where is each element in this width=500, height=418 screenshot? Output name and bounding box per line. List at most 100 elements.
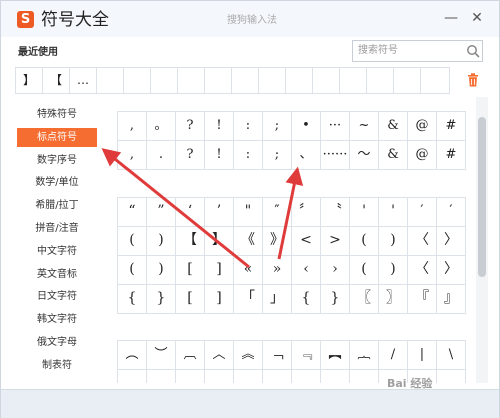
recent-symbol-cell[interactable] xyxy=(367,68,394,93)
close-button[interactable]: ✕ xyxy=(469,10,485,26)
symbol-cell[interactable]: } xyxy=(321,285,350,314)
sidebar-item-3[interactable]: 数学/单位 xyxy=(17,173,97,192)
symbol-cell[interactable]: 『 xyxy=(408,285,437,314)
symbol-cell[interactable]: & xyxy=(379,112,408,141)
recent-symbol-cell[interactable] xyxy=(259,68,286,93)
search-box[interactable] xyxy=(352,40,483,62)
symbol-cell[interactable]: # xyxy=(437,112,466,141)
symbol-cell[interactable] xyxy=(263,370,292,383)
symbol-cell[interactable]: ″ xyxy=(263,198,292,227)
recent-symbol-cell[interactable] xyxy=(97,68,124,93)
recent-symbol-cell[interactable]: … xyxy=(70,68,97,93)
symbol-cell[interactable]: ( xyxy=(118,256,147,285)
symbol-cell[interactable]: 〞 xyxy=(292,198,321,227)
symbol-cell[interactable]: ′ xyxy=(408,198,437,227)
symbol-cell[interactable]: 】 xyxy=(205,227,234,256)
symbol-cell[interactable]: ︿ xyxy=(205,341,234,370)
symbol-cell[interactable]: | xyxy=(408,341,437,370)
symbol-cell[interactable]: 〉 xyxy=(437,256,466,285)
symbol-cell[interactable]: ( xyxy=(118,227,147,256)
symbol-cell[interactable]: ‹ xyxy=(292,256,321,285)
symbol-cell[interactable] xyxy=(321,370,350,383)
symbol-cell[interactable]: , xyxy=(118,141,147,170)
symbol-cell[interactable]: • xyxy=(292,112,321,141)
symbol-cell[interactable]: ' xyxy=(350,198,379,227)
symbol-cell[interactable]: ] xyxy=(205,256,234,285)
symbol-cell[interactable]: ‘ xyxy=(176,198,205,227)
symbol-cell[interactable]: [ xyxy=(176,256,205,285)
symbol-cell[interactable]: 、 xyxy=(292,141,321,170)
symbol-cell[interactable]: \ xyxy=(437,341,466,370)
recent-symbol-cell[interactable] xyxy=(178,68,205,93)
symbol-cell[interactable]: { xyxy=(118,285,147,314)
symbol-cell[interactable]: ( xyxy=(350,227,379,256)
sidebar-item-6[interactable]: 中文字符 xyxy=(17,242,97,261)
symbol-cell[interactable]: [ xyxy=(176,285,205,314)
symbol-cell[interactable]: ? xyxy=(176,112,205,141)
symbol-cell[interactable]: ︶ xyxy=(147,341,176,370)
trash-icon[interactable] xyxy=(467,73,479,87)
symbol-cell[interactable]: ] xyxy=(205,285,234,314)
symbol-cell[interactable]: : xyxy=(234,141,263,170)
symbol-cell[interactable] xyxy=(176,370,205,383)
recent-symbol-cell[interactable] xyxy=(394,68,421,93)
symbol-cell[interactable]: # xyxy=(437,141,466,170)
symbol-cell[interactable]: ︷ xyxy=(350,341,379,370)
symbol-cell[interactable] xyxy=(118,370,147,383)
symbol-cell[interactable]: ′ xyxy=(437,198,466,227)
symbol-cell[interactable]: 「 xyxy=(234,285,263,314)
symbol-cell[interactable]: › xyxy=(321,256,350,285)
symbol-cell[interactable]: ” xyxy=(147,198,176,227)
sidebar-item-10[interactable]: 俄文字母 xyxy=(17,333,97,352)
symbol-cell[interactable]: ; xyxy=(263,112,292,141)
symbol-cell[interactable]: 〝 xyxy=(321,198,350,227)
recent-symbol-cell[interactable] xyxy=(232,68,259,93)
sidebar-item-0[interactable]: 特殊符号 xyxy=(17,105,97,124)
symbol-cell[interactable]: ··· xyxy=(321,112,350,141)
symbol-cell[interactable]: ’ xyxy=(205,198,234,227)
symbol-cell[interactable]: ) xyxy=(379,227,408,256)
symbol-cell[interactable]: ︽ xyxy=(234,341,263,370)
symbol-cell[interactable]: < xyxy=(292,227,321,256)
symbol-cell[interactable]: ) xyxy=(147,227,176,256)
sidebar-item-8[interactable]: 日文字符 xyxy=(17,287,97,306)
symbol-cell[interactable]: ( xyxy=(350,256,379,285)
recent-symbol-cell[interactable] xyxy=(205,68,232,93)
symbol-cell[interactable]: } xyxy=(147,285,176,314)
scroll-thumb[interactable] xyxy=(478,117,486,277)
symbol-cell[interactable]: ~ xyxy=(350,112,379,141)
symbol-cell[interactable]: 」 xyxy=(263,285,292,314)
recent-symbol-cell[interactable] xyxy=(313,68,340,93)
sidebar-item-4[interactable]: 希腊/拉丁 xyxy=(17,196,97,215)
symbol-cell[interactable]: 〖 xyxy=(350,285,379,314)
recent-symbol-cell[interactable] xyxy=(124,68,151,93)
sidebar-item-9[interactable]: 韩文字符 xyxy=(17,310,97,329)
symbol-cell[interactable]: ﹁ xyxy=(263,341,292,370)
symbol-cell[interactable] xyxy=(379,370,408,383)
recent-symbol-cell[interactable]: 【 xyxy=(43,68,70,93)
search-icon[interactable] xyxy=(466,44,480,58)
recent-symbol-cell[interactable] xyxy=(151,68,178,93)
sidebar-item-11[interactable]: 制表符 xyxy=(17,356,97,375)
symbol-cell[interactable]: ? xyxy=(176,141,205,170)
symbol-cell[interactable]: : xyxy=(234,112,263,141)
symbol-cell[interactable]: & xyxy=(379,141,408,170)
symbol-cell[interactable]: 〈 xyxy=(408,227,437,256)
symbol-cell[interactable]: » xyxy=(263,256,292,285)
symbol-cell[interactable]: « xyxy=(234,256,263,285)
symbol-cell[interactable]: 〈 xyxy=(408,256,437,285)
symbol-cell[interactable]: ～ xyxy=(350,141,379,170)
symbol-cell[interactable]: 【 xyxy=(176,227,205,256)
symbol-cell[interactable] xyxy=(292,370,321,383)
symbol-cell[interactable]: , xyxy=(118,112,147,141)
recent-symbol-cell[interactable] xyxy=(340,68,367,93)
symbol-cell[interactable] xyxy=(437,370,466,383)
symbol-cell[interactable]: 《 xyxy=(234,227,263,256)
symbol-cell[interactable]: ﹃ xyxy=(292,341,321,370)
symbol-cell[interactable]: 。 xyxy=(147,112,176,141)
recent-symbol-cell[interactable] xyxy=(421,68,448,93)
search-input[interactable] xyxy=(358,44,458,58)
recent-symbol-cell[interactable] xyxy=(286,68,313,93)
symbol-cell[interactable]: { xyxy=(292,285,321,314)
symbol-cell[interactable]: ︵ xyxy=(118,341,147,370)
